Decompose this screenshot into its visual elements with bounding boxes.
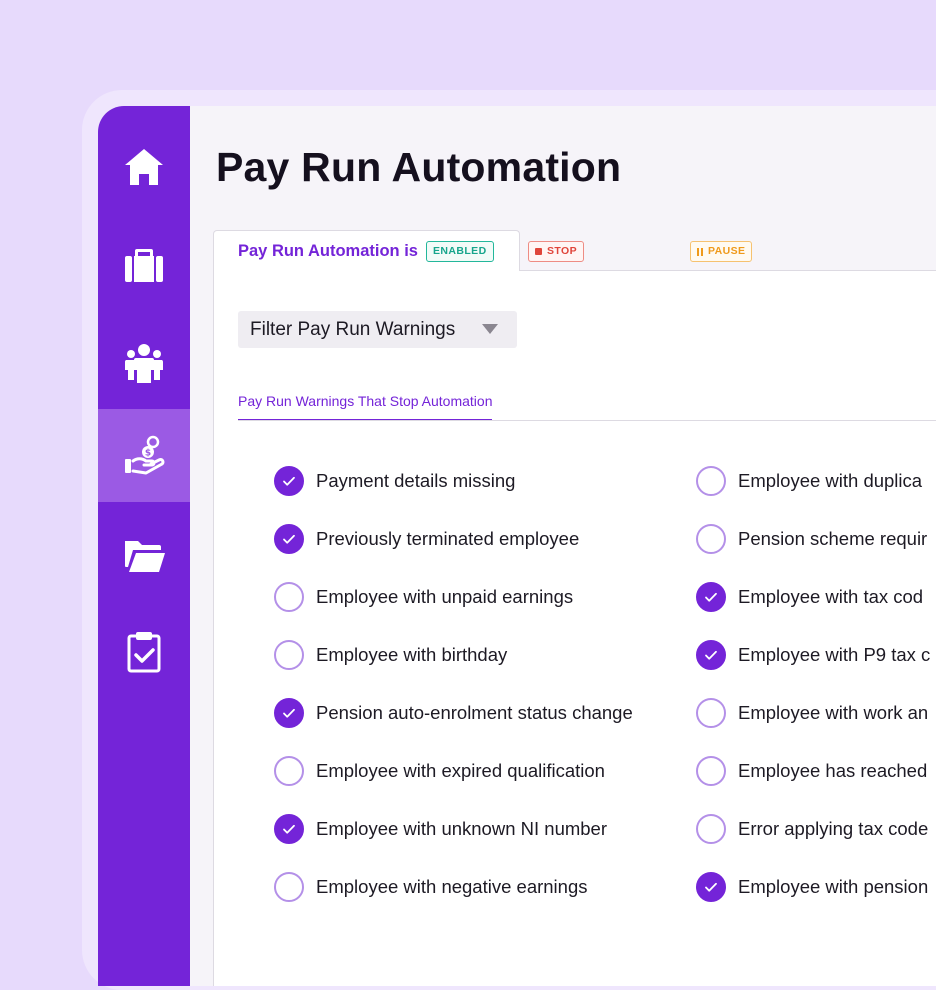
warning-item-label: Employee with birthday [316, 644, 508, 665]
svg-text:$: $ [145, 448, 151, 458]
main-content: Pay Run Automation Pay Run Automation is… [190, 106, 936, 986]
unchecked-circle-icon[interactable] [696, 698, 726, 728]
unchecked-circle-icon[interactable] [696, 466, 726, 496]
automation-status-tab[interactable]: Pay Run Automation is ENABLED [213, 230, 520, 272]
checkmark-icon [705, 650, 717, 660]
unchecked-circle-icon[interactable] [274, 756, 304, 786]
pause-button-label: PAUSE [708, 245, 746, 257]
warning-item[interactable]: Employee with duplica [696, 466, 922, 496]
automation-status-label: Pay Run Automation is [238, 242, 418, 260]
warning-item[interactable]: Employee has reached [696, 756, 927, 786]
sidebar-item-payroll[interactable]: $ [98, 409, 190, 502]
sidebar-item-people[interactable] [98, 316, 190, 409]
warning-item-label: Employee has reached [738, 760, 928, 781]
stop-button-label: STOP [547, 245, 577, 257]
home-icon [125, 148, 163, 185]
warnings-panel: Filter Pay Run Warnings Pay Run Warnings… [213, 271, 936, 986]
sidebar-item-documents[interactable] [98, 508, 190, 601]
checked-circle-icon[interactable] [274, 466, 304, 496]
warning-item-label: Employee with duplica [738, 470, 923, 491]
checked-circle-icon[interactable] [274, 814, 304, 844]
warning-item[interactable]: Error applying tax code [696, 814, 928, 844]
checked-circle-icon[interactable] [274, 698, 304, 728]
warning-item-label: Payment details missing [316, 470, 516, 491]
folder-icon [125, 540, 165, 572]
filter-warnings-label: Filter Pay Run Warnings [250, 318, 456, 340]
warning-item[interactable]: Employee with negative earnings [274, 872, 588, 902]
page-title: Pay Run Automation [216, 144, 622, 190]
checked-circle-icon[interactable] [696, 582, 726, 612]
checkmark-icon [705, 592, 717, 602]
pause-button[interactable]: PAUSE [690, 241, 753, 262]
checkmark-icon [705, 882, 717, 892]
unchecked-circle-icon[interactable] [274, 582, 304, 612]
warning-item[interactable]: Pension scheme requir [696, 524, 927, 554]
checkmark-icon [283, 824, 295, 834]
warning-item[interactable]: Employee with unknown NI number [274, 814, 607, 844]
stop-icon [535, 248, 542, 255]
warning-item[interactable]: Pension auto-enrolment status change [274, 698, 633, 728]
checked-circle-icon[interactable] [696, 872, 726, 902]
unchecked-circle-icon[interactable] [696, 524, 726, 554]
warning-item-label: Employee with work an [738, 702, 929, 723]
stop-button[interactable]: STOP [528, 241, 584, 262]
checkmark-icon [283, 708, 295, 718]
sidebar: $ [98, 106, 190, 986]
warning-item-label: Pension auto-enrolment status change [316, 702, 633, 723]
warning-item[interactable]: Employee with expired qualification [274, 756, 605, 786]
warning-item[interactable]: Previously terminated employee [274, 524, 579, 554]
tab-warnings-stop-automation[interactable]: Pay Run Warnings That Stop Automation [238, 393, 493, 421]
unchecked-circle-icon[interactable] [696, 756, 726, 786]
warning-item[interactable]: Employee with work an [696, 698, 928, 728]
people-icon [124, 343, 164, 383]
unchecked-circle-icon[interactable] [274, 872, 304, 902]
unchecked-circle-icon[interactable] [696, 814, 726, 844]
warning-item-label: Employee with unpaid earnings [316, 586, 574, 607]
checkmark-icon [283, 534, 295, 544]
chevron-down-icon [482, 324, 498, 334]
warning-item-label: Employee with expired qualification [316, 760, 605, 781]
warning-item[interactable]: Payment details missing [274, 466, 515, 496]
clipboard-check-icon [127, 631, 161, 672]
section-divider [238, 420, 936, 421]
warning-item-label: Employee with negative earnings [316, 876, 588, 897]
warning-item[interactable]: Employee with tax cod [696, 582, 923, 612]
checkmark-icon [283, 476, 295, 486]
briefcase-icon [125, 248, 163, 282]
app-window: $ Pay Run Automation Pay Run Automation … [98, 106, 936, 986]
warning-item-label: Error applying tax code [738, 818, 929, 839]
warning-item[interactable]: Employee with birthday [274, 640, 507, 670]
warning-item-label: Previously terminated employee [316, 528, 580, 549]
status-badge: ENABLED [426, 241, 494, 262]
hand-coins-icon: $ [125, 435, 165, 474]
warning-item-label: Employee with pension [738, 876, 929, 897]
pause-icon [697, 247, 703, 256]
warning-item-label: Pension scheme requir [738, 528, 928, 549]
warning-item-label: Employee with tax cod [738, 586, 924, 607]
sidebar-item-home[interactable] [98, 120, 190, 213]
checked-circle-icon[interactable] [696, 640, 726, 670]
warning-item[interactable]: Employee with P9 tax c [696, 640, 930, 670]
sidebar-item-jobs[interactable] [98, 218, 190, 311]
warning-item-label: Employee with unknown NI number [316, 818, 608, 839]
warning-item-label: Employee with P9 tax c [738, 644, 931, 665]
checked-circle-icon[interactable] [274, 524, 304, 554]
filter-warnings-dropdown[interactable]: Filter Pay Run Warnings [238, 311, 517, 348]
unchecked-circle-icon[interactable] [274, 640, 304, 670]
sidebar-item-tasks[interactable] [98, 604, 190, 697]
warning-item[interactable]: Employee with pension [696, 872, 928, 902]
warning-item[interactable]: Employee with unpaid earnings [274, 582, 573, 612]
